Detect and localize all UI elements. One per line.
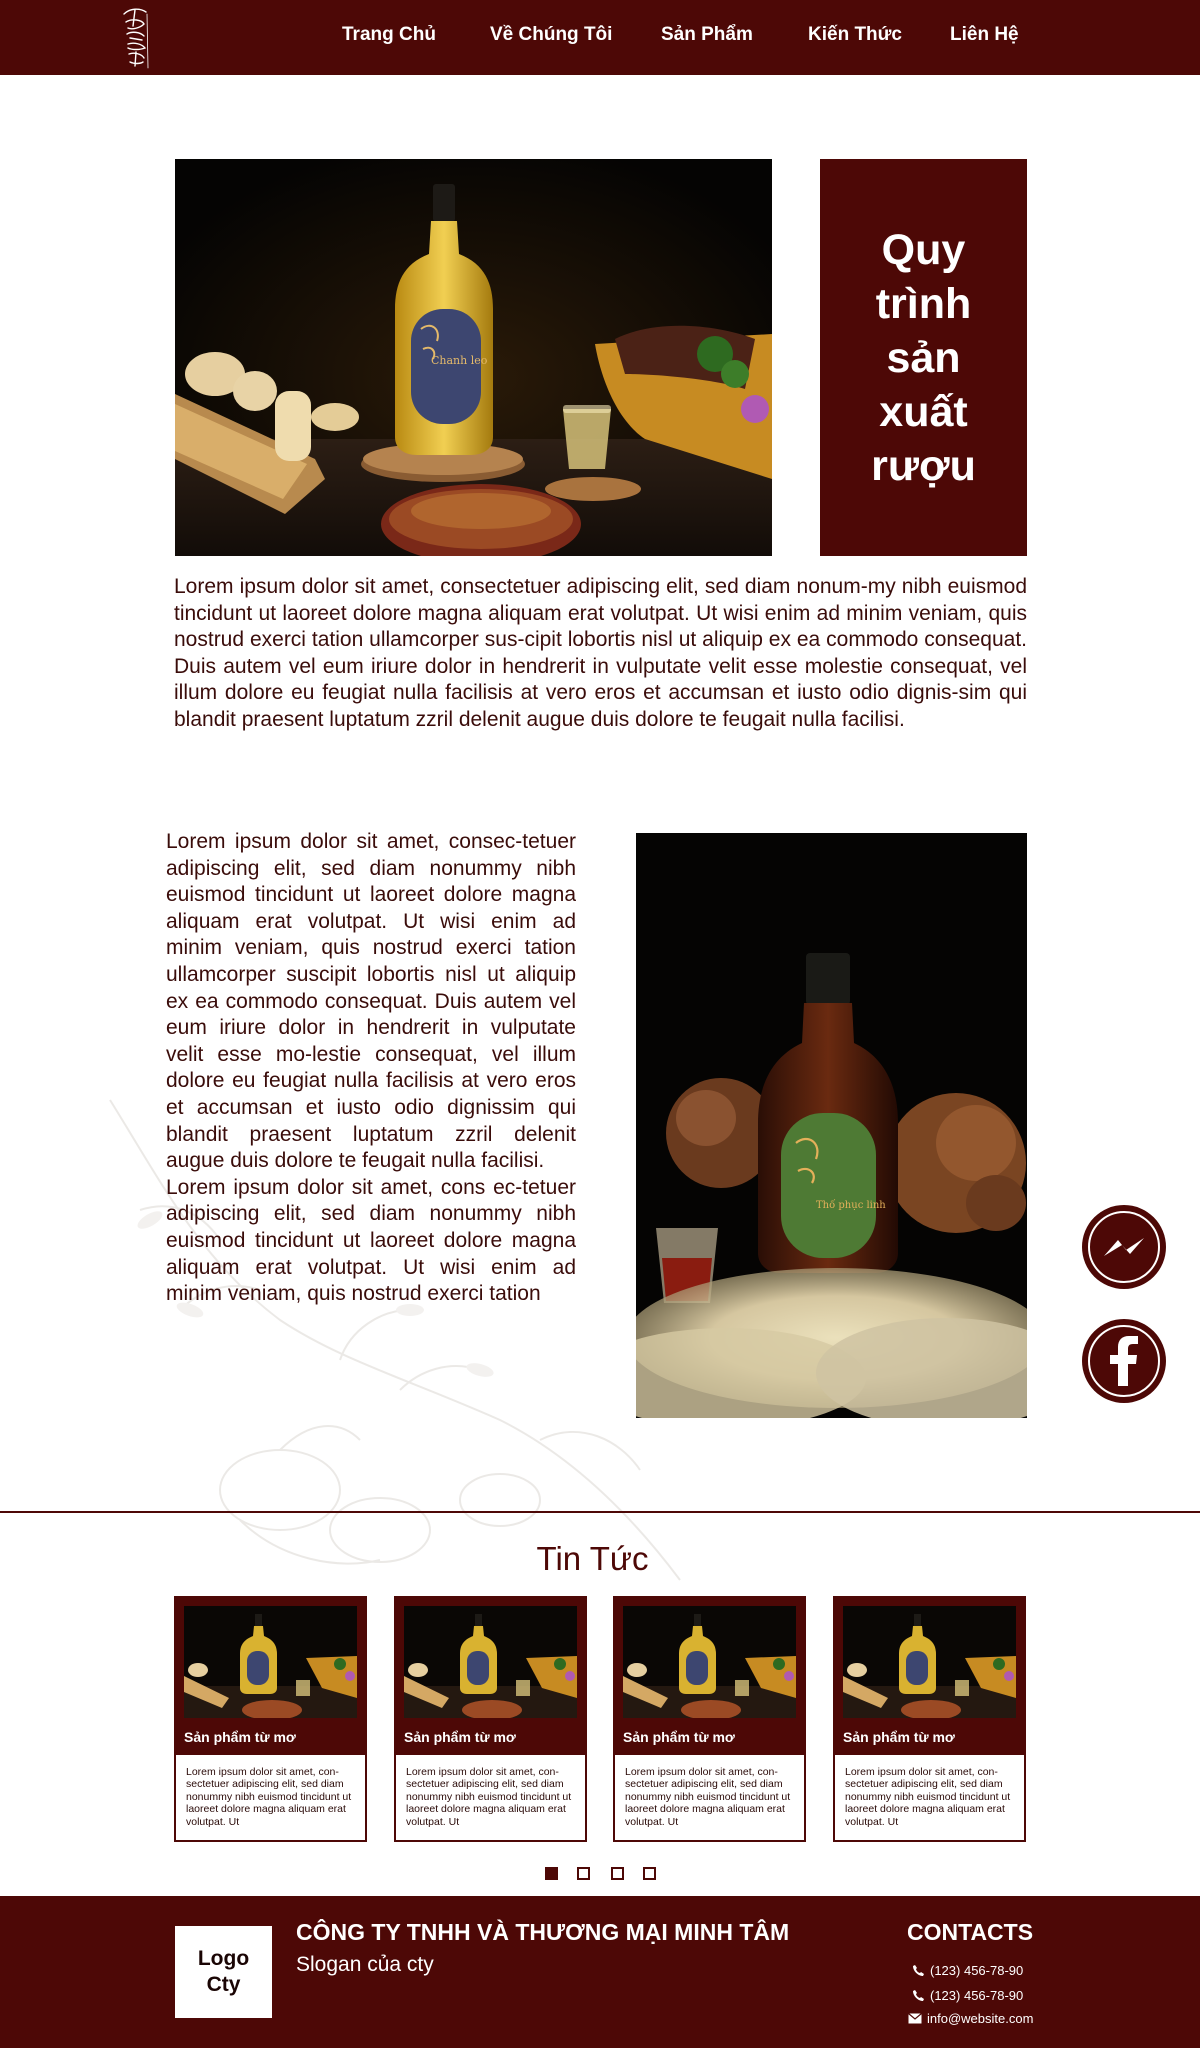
contact-phone-1-text: (123) 456-78-90 [930,1963,1024,1978]
news-card-desc: Lorem ipsum dolor sit amet, con-sectetue… [625,1766,791,1828]
news-card-image [404,1606,577,1718]
news-card[interactable]: Sản phẩm từ mơ Lorem ipsum dolor sit ame… [613,1596,806,1842]
facebook-ring [1088,1325,1160,1397]
news-card-image [623,1606,796,1718]
section2-paragraph-1: Lorem ipsum dolor sit amet, consec-tetue… [166,830,576,1173]
news-card-header: Sản phẩm từ mơ [396,1598,585,1755]
nav-item-about[interactable]: Về Chúng Tôi [490,24,612,46]
company-slogan: Slogan của cty [296,1953,434,1976]
site-header: Trang Chủ Về Chúng Tôi Sản Phẩm Kiến Thứ… [0,0,1200,75]
news-card-title: Sản phẩm từ mơ [623,1729,735,1745]
hero-bottle-label: Chanh leo [431,354,488,367]
news-card[interactable]: Sản phẩm từ mơ Lorem ipsum dolor sit ame… [174,1596,367,1842]
contact-phone-2[interactable]: (123) 456-78-90 [912,1988,1023,2003]
pagination-dot-4[interactable] [643,1867,656,1880]
news-card-title: Sản phẩm từ mơ [404,1729,516,1745]
messenger-ring [1088,1211,1160,1283]
pagination-dot-2[interactable] [577,1867,590,1880]
messenger-icon [1104,1238,1144,1256]
section2-bottle-illustration: Thố phục linh [636,833,1027,1418]
news-thumbnail-icon [623,1606,796,1718]
mail-icon [908,2013,922,2024]
phone-icon [913,1990,924,2001]
contact-phone-2-text: (123) 456-78-90 [930,1988,1024,2003]
news-card-image [843,1606,1016,1718]
news-thumbnail-icon [843,1606,1016,1718]
nav-item-products[interactable]: Sản Phẩm [661,24,753,46]
contact-email[interactable]: info@website.com [908,2011,1033,2026]
facebook-icon [1110,1336,1138,1386]
news-card-desc: Lorem ipsum dolor sit amet, con-sectetue… [845,1766,1011,1828]
pagination-dot-3[interactable] [611,1867,624,1880]
nav-item-knowledge[interactable]: Kiến Thức [808,24,902,46]
section2-bottle-label: Thố phục linh [816,1200,886,1211]
news-card-header: Sản phẩm từ mơ [176,1598,365,1755]
contact-phone-1[interactable]: (123) 456-78-90 [912,1963,1023,1978]
section2-paragraph-2: Lorem ipsum dolor sit amet, cons ec-tetu… [166,1175,576,1306]
news-card[interactable]: Sản phẩm từ mơ Lorem ipsum dolor sit ame… [394,1596,587,1842]
news-card-desc: Lorem ipsum dolor sit amet, con-sectetue… [186,1766,352,1828]
contacts-heading: CONTACTS [907,1919,1034,1945]
nav-item-home[interactable]: Trang Chủ [342,24,436,46]
section-divider [0,1511,1200,1513]
news-card-title: Sản phẩm từ mơ [184,1729,296,1745]
news-heading: Tin Tức [536,1540,649,1577]
company-name: CÔNG TY TNHH VÀ THƯƠNG MẠI MINH TÂM [296,1919,790,1945]
contact-email-text: info@website.com [927,2011,1034,2026]
news-thumbnail-icon [184,1606,357,1718]
news-card[interactable]: Sản phẩm từ mơ Lorem ipsum dolor sit ame… [833,1596,1026,1842]
section2-text: Lorem ipsum dolor sit amet, consec-tetue… [166,829,576,1415]
pagination-dot-1[interactable] [545,1867,558,1880]
main-nav: Trang Chủ Về Chúng Tôi Sản Phẩm Kiến Thứ… [0,0,1200,75]
news-pagination [0,1867,1200,1881]
news-thumbnail-icon [404,1606,577,1718]
hero-title-box: Quy trình sản xuất rượu [820,159,1027,556]
intro-paragraph: Lorem ipsum dolor sit amet, consectetuer… [174,575,1027,731]
footer-logo[interactable]: Logo Cty [175,1926,272,2018]
phone-icon [913,1965,924,1976]
news-card-title: Sản phẩm từ mơ [843,1729,955,1745]
facebook-button[interactable] [1082,1319,1166,1403]
hero-product-photo: Chanh leo [175,159,772,556]
site-footer: Logo Cty CÔNG TY TNHH VÀ THƯƠNG MẠI MINH… [0,1896,1200,2048]
nav-item-contact[interactable]: Liên Hệ [950,24,1019,46]
messenger-button[interactable] [1082,1205,1166,1289]
page-title: Quy trình sản xuất rượu [871,225,976,490]
news-card-image [184,1606,357,1718]
news-card-header: Sản phẩm từ mơ [615,1598,804,1755]
section2-product-photo: Thố phục linh [636,833,1027,1418]
hero-bottle-illustration: Chanh leo [175,159,772,556]
news-card-desc: Lorem ipsum dolor sit amet, con-sectetue… [406,1766,572,1828]
news-card-header: Sản phẩm từ mơ [835,1598,1024,1755]
